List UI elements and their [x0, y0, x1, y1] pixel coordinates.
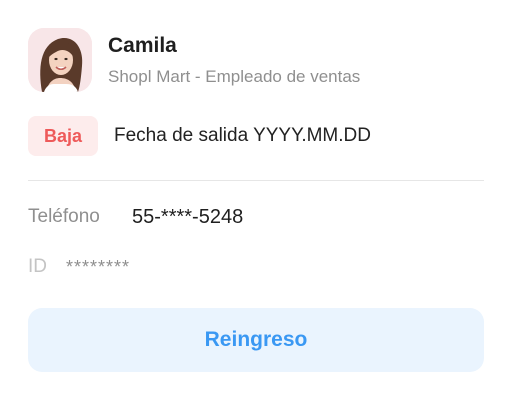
exit-date-text: Fecha de salida YYYY.MM.DD: [114, 125, 371, 146]
employee-name: Camila: [108, 34, 177, 57]
id-label: ID: [28, 256, 47, 277]
rejoin-button[interactable]: Reingreso: [28, 308, 484, 372]
status-badge: Baja: [28, 116, 98, 156]
id-row: ID ********: [28, 253, 484, 281]
employee-subtitle: Shopl Mart - Empleado de ventas: [108, 67, 361, 86]
status-row: Baja Fecha de salida YYYY.MM.DD: [28, 116, 484, 156]
divider: [28, 180, 484, 181]
profile-header: Camila Shopl Mart - Empleado de ventas: [28, 28, 484, 92]
phone-row: Teléfono 55-****-5248: [28, 203, 484, 231]
avatar: [28, 28, 92, 92]
id-value: ********: [66, 257, 131, 277]
avatar-photo-icon: [28, 28, 92, 92]
employee-card: Camila Shopl Mart - Empleado de ventas B…: [0, 0, 512, 400]
phone-label: Teléfono: [28, 206, 100, 227]
phone-value: 55-****-5248: [132, 206, 244, 228]
